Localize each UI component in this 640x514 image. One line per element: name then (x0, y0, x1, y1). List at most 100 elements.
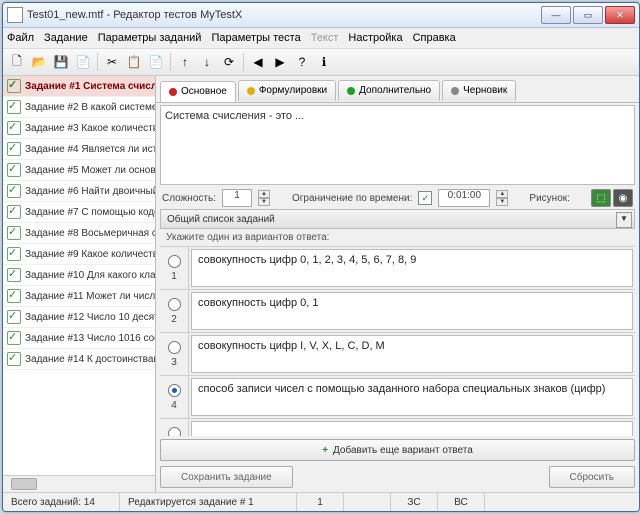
menu-2[interactable]: Параметры заданий (98, 32, 202, 44)
check-icon (7, 247, 21, 261)
image-label: Рисунок: (529, 193, 570, 204)
next-icon[interactable]: ▶ (270, 52, 290, 72)
task-up-icon[interactable]: ↑ (175, 52, 195, 72)
minimize-button[interactable]: — (541, 6, 571, 24)
question-item[interactable]: Задание #11 Может ли число 8 быть о (3, 286, 155, 307)
check-icon (7, 205, 21, 219)
check-icon (7, 121, 21, 135)
tab-Формулировки[interactable]: Формулировки (238, 80, 336, 101)
question-item[interactable]: Задание #3 Какое количество цифр и (3, 118, 155, 139)
difficulty-input[interactable]: 1 (222, 189, 252, 207)
toolbar: 🗋📂💾📄✂📋📄↑↓⟳◀▶?ℹ (3, 49, 639, 76)
titlebar[interactable]: Test01_new.mtf - Редактор тестов MyTestX… (3, 3, 639, 28)
answer-radio[interactable] (168, 384, 181, 397)
status-total: Всего заданий: 14 (3, 493, 120, 511)
save-task-button[interactable]: Сохранить задание (160, 466, 293, 488)
about-icon[interactable]: ℹ (314, 52, 334, 72)
difficulty-label: Сложность: (162, 193, 216, 204)
menu-0[interactable]: Файл (7, 32, 34, 44)
menu-3[interactable]: Параметры теста (211, 32, 300, 44)
save-icon[interactable]: 💾 (51, 52, 71, 72)
check-icon (7, 268, 21, 282)
answer-radio[interactable] (168, 298, 181, 311)
check-icon (7, 184, 21, 198)
new-file-icon[interactable]: 🗋 (7, 52, 27, 72)
menubar: Файл Задание Параметры заданий Параметры те… (3, 28, 639, 49)
answers-list: 1совокупность цифр 0, 1, 2, 3, 4, 5, 6, … (160, 246, 635, 436)
refresh-icon[interactable]: ⟳ (219, 52, 239, 72)
answers-dropdown-icon[interactable]: ▼ (616, 212, 632, 228)
answer-text[interactable]: совокупность цифр I, V, X, L, C, D, M (191, 335, 633, 373)
question-list[interactable]: Задание #1 Система счисления -Задание #2… (3, 76, 155, 475)
statusbar: Всего заданий: 14 Редактируется задание … (3, 492, 639, 511)
menu-4[interactable]: Текст (311, 32, 339, 44)
paste-icon[interactable]: 📄 (146, 52, 166, 72)
check-icon (7, 310, 21, 324)
menu-5[interactable]: Настройка (348, 32, 402, 44)
answer-text[interactable]: совокупность цифр 0, 1 (191, 292, 633, 330)
main-panel: ОсновноеФормулировкиДополнительноЧернови… (156, 76, 639, 492)
answer-radio[interactable] (168, 427, 181, 437)
answers-header[interactable]: Общий список заданий ▼ (160, 209, 635, 229)
question-item[interactable]: Задание #14 К достоинствам двоичн (3, 349, 155, 370)
answer-row: 1совокупность цифр 0, 1, 2, 3, 4, 5, 6, … (160, 246, 635, 289)
question-item[interactable]: Задание #7 С помощью кодовой табл (3, 202, 155, 223)
menu-1[interactable]: Задание (44, 32, 88, 44)
tab-Черновик[interactable]: Черновик (442, 80, 516, 101)
check-icon (7, 226, 21, 240)
question-item[interactable]: Задание #6 Найти двоичный эквивал (3, 181, 155, 202)
check-icon (7, 352, 21, 366)
question-item[interactable]: Задание #10 Для какого класса сист (3, 265, 155, 286)
question-text[interactable]: Система счисления - это ... (160, 105, 635, 185)
prev-icon[interactable]: ◀ (248, 52, 268, 72)
tab-Дополнительно[interactable]: Дополнительно (338, 80, 440, 101)
difficulty-spinner[interactable]: ▲▼ (258, 190, 270, 206)
tabs: ОсновноеФормулировкиДополнительноЧернови… (156, 76, 639, 103)
status-editing: Редактируется задание # 1 (120, 493, 297, 511)
copy-icon[interactable]: 📋 (124, 52, 144, 72)
question-item[interactable]: Задание #4 Является ли истинным ут (3, 139, 155, 160)
question-item[interactable]: Задание #13 Число 1016 соответствуе (3, 328, 155, 349)
answers-hint: Укажите один из вариантов ответа: (156, 229, 639, 246)
image-camera-button[interactable]: ◉ (613, 189, 633, 207)
check-icon (7, 331, 21, 345)
question-item[interactable]: Задание #8 Восьмеричная система сч (3, 223, 155, 244)
menu-6[interactable]: Справка (413, 32, 456, 44)
answer-text[interactable] (191, 421, 633, 436)
task-down-icon[interactable]: ↓ (197, 52, 217, 72)
add-answer-button[interactable]: + Добавить еще вариант ответа (160, 439, 635, 461)
check-icon (7, 163, 21, 177)
answer-radio[interactable] (168, 341, 181, 354)
sidebar-scrollbar[interactable] (3, 475, 155, 492)
tab-dot-icon (347, 87, 355, 95)
answer-row: 5 (160, 418, 635, 436)
save-as-icon[interactable]: 📄 (73, 52, 93, 72)
question-item[interactable]: Задание #5 Может ли основание сист (3, 160, 155, 181)
answer-text[interactable]: способ записи чисел с помощью заданного … (191, 378, 633, 416)
tab-Основное[interactable]: Основное (160, 81, 236, 102)
question-item[interactable]: Задание #9 Какое количество цифр пр (3, 244, 155, 265)
answer-radio[interactable] (168, 255, 181, 268)
window-title: Test01_new.mtf - Редактор тестов MyTestX (27, 9, 541, 21)
timelimit-checkbox[interactable]: ✓ (418, 191, 432, 205)
answer-text[interactable]: совокупность цифр 0, 1, 2, 3, 4, 5, 6, 7… (191, 249, 633, 287)
question-item[interactable]: Задание #12 Число 10 десятичной сис (3, 307, 155, 328)
app-icon (7, 7, 23, 23)
reset-button[interactable]: Сбросить (549, 466, 635, 488)
answer-row: 3совокупность цифр I, V, X, L, C, D, M (160, 332, 635, 375)
image-add-button[interactable]: ⬚ (591, 189, 611, 207)
check-icon (7, 100, 21, 114)
open-icon[interactable]: 📂 (29, 52, 49, 72)
maximize-button[interactable]: ▭ (573, 6, 603, 24)
timelimit-input[interactable]: 0:01:00 (438, 189, 490, 207)
cut-icon[interactable]: ✂ (102, 52, 122, 72)
question-item[interactable]: Задание #2 В какой системе счислен (3, 97, 155, 118)
answer-row: 4способ записи чисел с помощью заданного… (160, 375, 635, 418)
tab-dot-icon (451, 87, 459, 95)
tab-dot-icon (169, 88, 177, 96)
question-sidebar: Задание #1 Система счисления -Задание #2… (3, 76, 156, 492)
timelimit-spinner[interactable]: ▲▼ (496, 190, 508, 206)
help-icon[interactable]: ? (292, 52, 312, 72)
question-item[interactable]: Задание #1 Система счисления - (3, 76, 155, 97)
close-button[interactable]: ✕ (605, 6, 635, 24)
